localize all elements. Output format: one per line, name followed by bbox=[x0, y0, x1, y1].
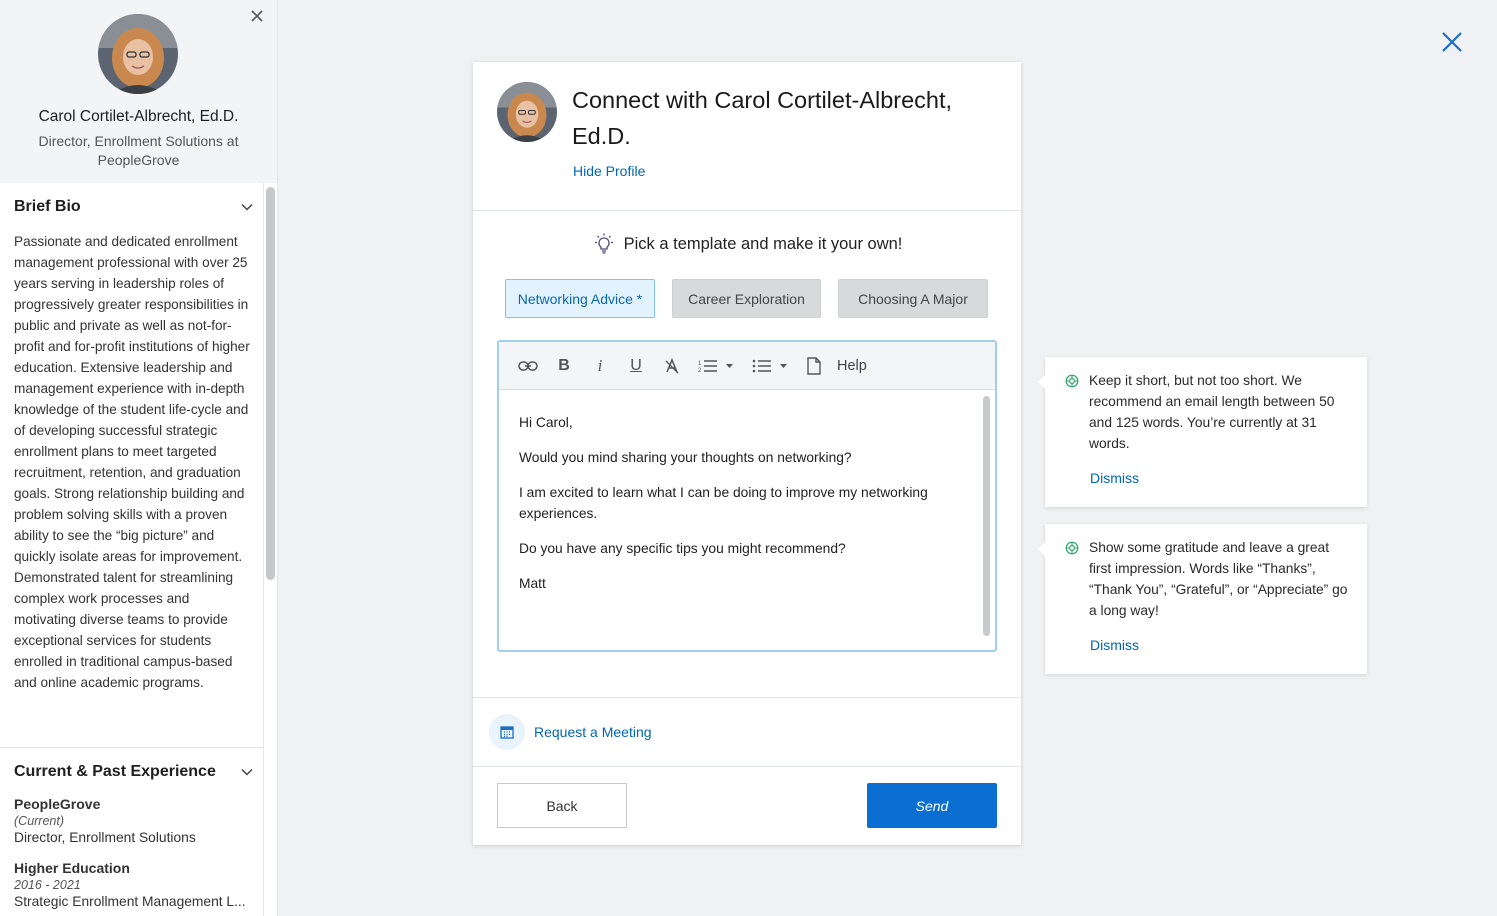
experience-header[interactable]: Current & Past Experience bbox=[14, 760, 254, 784]
calendar-icon bbox=[489, 714, 525, 750]
divider bbox=[473, 210, 1021, 211]
experience-company: Higher Education bbox=[14, 860, 130, 876]
tip-icon bbox=[1065, 541, 1079, 555]
profile-scrollbar[interactable] bbox=[266, 187, 275, 580]
close-profile-icon[interactable] bbox=[247, 6, 267, 26]
template-networking-advice[interactable]: Networking Advice * bbox=[505, 279, 655, 318]
divider bbox=[473, 697, 1021, 698]
modal-title: Connect with Carol Cortilet-Albrecht, Ed… bbox=[572, 87, 953, 149]
template-prompt-text: Pick a template and make it your own! bbox=[623, 234, 903, 253]
underline-icon[interactable]: U bbox=[625, 351, 647, 381]
tip-text: Show some gratitude and leave a great fi… bbox=[1089, 540, 1348, 618]
hide-profile-link[interactable]: Hide Profile bbox=[573, 163, 645, 179]
connect-modal: Connect with Carol Cortilet-Albrecht, Ed… bbox=[473, 62, 1021, 845]
template-prompt: Pick a template and make it your own! bbox=[473, 232, 1021, 256]
help-button[interactable]: Help bbox=[837, 351, 867, 381]
send-button[interactable]: Send bbox=[867, 783, 997, 828]
message-line: I am excited to learn what I can be doin… bbox=[519, 485, 928, 521]
ordered-list-icon[interactable]: 12 bbox=[697, 351, 737, 381]
message-editor[interactable]: B i U 12 Help Hi Carol, Would you mind s… bbox=[497, 340, 997, 652]
lightbulb-icon bbox=[594, 233, 613, 254]
experience-company: PeopleGrove bbox=[14, 796, 101, 812]
dismiss-button[interactable]: Dismiss bbox=[1090, 470, 1139, 486]
svg-text:1: 1 bbox=[698, 361, 702, 367]
italic-icon[interactable]: i bbox=[589, 351, 611, 381]
template-career-exploration[interactable]: Career Exploration bbox=[672, 279, 821, 318]
chevron-down-icon bbox=[241, 203, 253, 211]
profile-header: Carol Cortilet-Albrecht, Ed.D. Director,… bbox=[0, 0, 277, 183]
tip-card: Show some gratitude and leave a great fi… bbox=[1038, 524, 1367, 674]
template-choosing-a-major[interactable]: Choosing A Major bbox=[838, 279, 988, 318]
svg-text:2: 2 bbox=[698, 368, 702, 373]
profile-details: Brief Bio Passionate and dedicated enrol… bbox=[0, 183, 264, 916]
back-button[interactable]: Back bbox=[497, 783, 627, 828]
bio-text: Passionate and dedicated enrollment mana… bbox=[14, 234, 250, 690]
experience-dates: 2016 - 2021 bbox=[14, 878, 81, 892]
profile-panel: Carol Cortilet-Albrecht, Ed.D. Director,… bbox=[0, 0, 278, 916]
profile-name: Carol Cortilet-Albrecht, Ed.D. bbox=[38, 108, 239, 125]
bullet-list-icon[interactable] bbox=[751, 351, 791, 381]
tip-icon bbox=[1065, 374, 1079, 388]
message-line: Would you mind sharing your thoughts on … bbox=[519, 450, 852, 465]
experience-role: Director, Enrollment Solutions bbox=[14, 830, 196, 845]
document-icon[interactable] bbox=[805, 351, 823, 381]
profile-title: Director, Enrollment Solutions at People… bbox=[38, 133, 239, 168]
experience-heading: Current & Past Experience bbox=[14, 763, 216, 780]
link-icon[interactable] bbox=[517, 351, 539, 381]
request-meeting-label: Request a Meeting bbox=[534, 724, 652, 740]
experience-dates: (Current) bbox=[14, 814, 65, 828]
message-line: Hi Carol, bbox=[519, 415, 573, 430]
brief-bio-header[interactable]: Brief Bio bbox=[14, 195, 254, 219]
avatar bbox=[98, 14, 178, 94]
experience-role: Strategic Enrollment Management L... bbox=[14, 894, 246, 909]
brief-bio-heading: Brief Bio bbox=[14, 198, 81, 215]
experience-item: PeopleGrove (Current) Director, Enrollme… bbox=[14, 796, 250, 845]
tip-card: Keep it short, but not too short. We rec… bbox=[1038, 357, 1367, 507]
chevron-down-icon bbox=[241, 768, 253, 776]
dismiss-button[interactable]: Dismiss bbox=[1090, 637, 1139, 653]
message-line: Do you have any specific tips you might … bbox=[519, 541, 846, 556]
clear-format-icon[interactable] bbox=[661, 351, 683, 381]
close-modal-icon[interactable] bbox=[1438, 28, 1466, 56]
experience-item: Higher Education 2016 - 2021 Strategic E… bbox=[14, 860, 250, 909]
message-body[interactable]: Hi Carol, Would you mind sharing your th… bbox=[519, 412, 959, 608]
avatar bbox=[497, 82, 557, 142]
bold-icon[interactable]: B bbox=[553, 351, 575, 381]
editor-scrollbar[interactable] bbox=[983, 396, 990, 636]
request-meeting-link[interactable]: Request a Meeting bbox=[489, 714, 652, 750]
divider bbox=[473, 766, 1021, 767]
divider bbox=[0, 747, 263, 748]
editor-toolbar: B i U 12 Help bbox=[499, 342, 995, 390]
tip-text: Keep it short, but not too short. We rec… bbox=[1089, 373, 1335, 451]
message-line: Matt bbox=[519, 576, 546, 591]
